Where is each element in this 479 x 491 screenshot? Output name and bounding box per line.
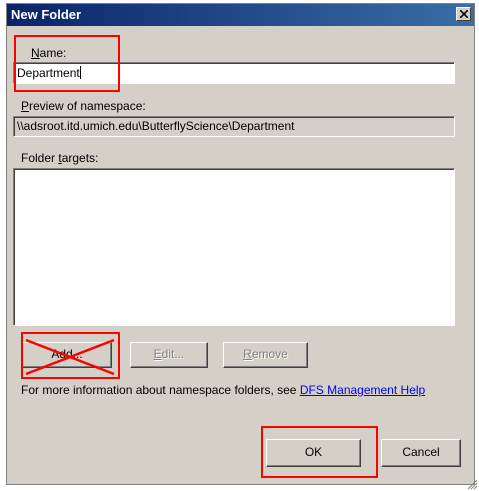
close-icon — [460, 10, 468, 18]
close-button[interactable] — [456, 7, 471, 21]
edit-button: Edit... — [130, 342, 208, 368]
dialog-title: New Folder — [11, 7, 82, 22]
resize-grip-icon[interactable] — [466, 478, 478, 490]
folder-targets-list[interactable] — [13, 168, 455, 326]
folder-targets-label: Folder targets: — [21, 151, 99, 165]
cross-out-mark-icon — [25, 338, 115, 376]
preview-label: Preview of namespace: — [21, 99, 146, 113]
highlight-name-box — [14, 35, 120, 92]
preview-field: \\adsroot.itd.umich.edu\ButterflyScience… — [13, 116, 455, 137]
highlight-ok-box — [261, 426, 378, 478]
cancel-button[interactable]: Cancel — [381, 439, 461, 467]
dfs-help-link[interactable]: DFS Management Help — [300, 383, 425, 397]
remove-button: Remove — [223, 342, 308, 368]
info-text: For more information about namespace fol… — [21, 383, 426, 397]
preview-value: \\adsroot.itd.umich.edu\ButterflyScience… — [17, 119, 295, 133]
title-bar[interactable]: New Folder — [7, 4, 474, 26]
